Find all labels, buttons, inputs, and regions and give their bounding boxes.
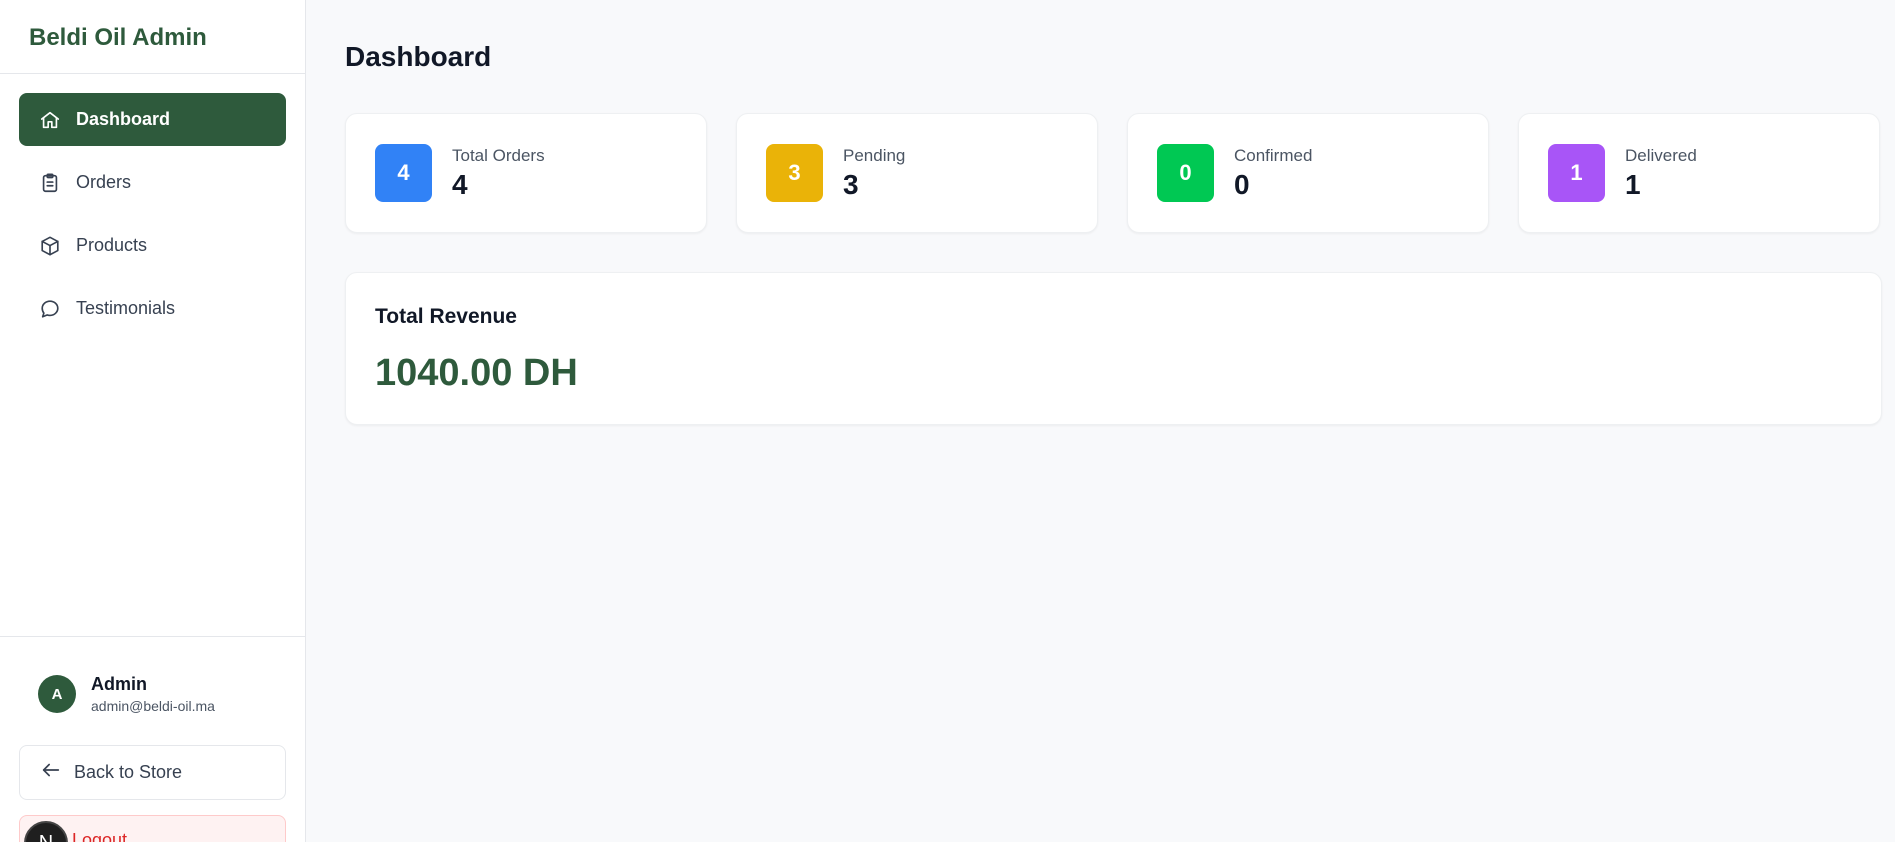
page-title: Dashboard (345, 41, 492, 72)
revenue-title: Total Revenue (375, 305, 517, 328)
back-to-store-label: Back to Store (74, 762, 183, 782)
stat-card-total-orders: 4 Total Orders 4 (345, 113, 707, 233)
logout-label: Logout (72, 829, 128, 842)
back-to-store-button[interactable]: Back to Store (19, 745, 286, 800)
sidebar-item-testimonials[interactable]: Testimonials (19, 282, 286, 335)
stat-value: 3 (843, 168, 859, 200)
stat-count-badge: 1 (1548, 144, 1605, 202)
user-profile: A Admin admin@beldi-oil.ma (19, 637, 286, 737)
clipboard-icon (39, 172, 61, 194)
n-badge-icon: N (24, 821, 68, 842)
stat-label: Pending (843, 145, 906, 165)
stats-row: 4 Total Orders 4 3 Pending 3 0 Confirmed… (345, 113, 1895, 233)
stat-label: Confirmed (1234, 145, 1313, 165)
stat-value: 1 (1625, 168, 1641, 200)
sidebar-nav: Dashboard Orders Products Testimonials (0, 74, 305, 335)
sidebar-footer: A Admin admin@beldi-oil.ma Back to Store… (0, 636, 305, 842)
avatar: A (38, 675, 76, 713)
box-icon (39, 235, 61, 257)
brand-title: Beldi Oil Admin (0, 0, 305, 74)
main-content: Dashboard 4 Total Orders 4 3 Pending 3 0… (306, 0, 1895, 425)
stat-card-delivered: 1 Delivered 1 (1518, 113, 1880, 233)
stat-value: 4 (452, 168, 468, 200)
sidebar-item-label: Testimonials (76, 298, 176, 318)
stat-card-confirmed: 0 Confirmed 0 (1127, 113, 1489, 233)
stat-value: 0 (1234, 168, 1250, 200)
user-email: admin@beldi-oil.ma (91, 698, 215, 714)
sidebar-item-dashboard[interactable]: Dashboard (19, 93, 286, 146)
sidebar-item-label: Dashboard (76, 109, 171, 129)
chat-bubble-icon (39, 298, 61, 320)
revenue-value: 1040.00 DH (375, 352, 578, 394)
user-name: Admin (91, 674, 147, 694)
stat-count-badge: 4 (375, 144, 432, 202)
stat-count-badge: 0 (1157, 144, 1214, 202)
sidebar-item-label: Orders (76, 172, 132, 192)
sidebar-item-label: Products (76, 235, 148, 255)
sidebar-item-products[interactable]: Products (19, 219, 286, 272)
sidebar: Beldi Oil Admin Dashboard Orders Product… (0, 0, 306, 842)
stat-label: Total Orders (452, 145, 545, 165)
logout-button[interactable]: N Logout (19, 815, 286, 842)
stat-count-badge: 3 (766, 144, 823, 202)
home-icon (39, 109, 61, 131)
arrow-left-icon (40, 759, 62, 787)
stat-label: Delivered (1625, 145, 1697, 165)
sidebar-item-orders[interactable]: Orders (19, 156, 286, 209)
revenue-card: Total Revenue 1040.00 DH (345, 272, 1882, 425)
stat-card-pending: 3 Pending 3 (736, 113, 1098, 233)
